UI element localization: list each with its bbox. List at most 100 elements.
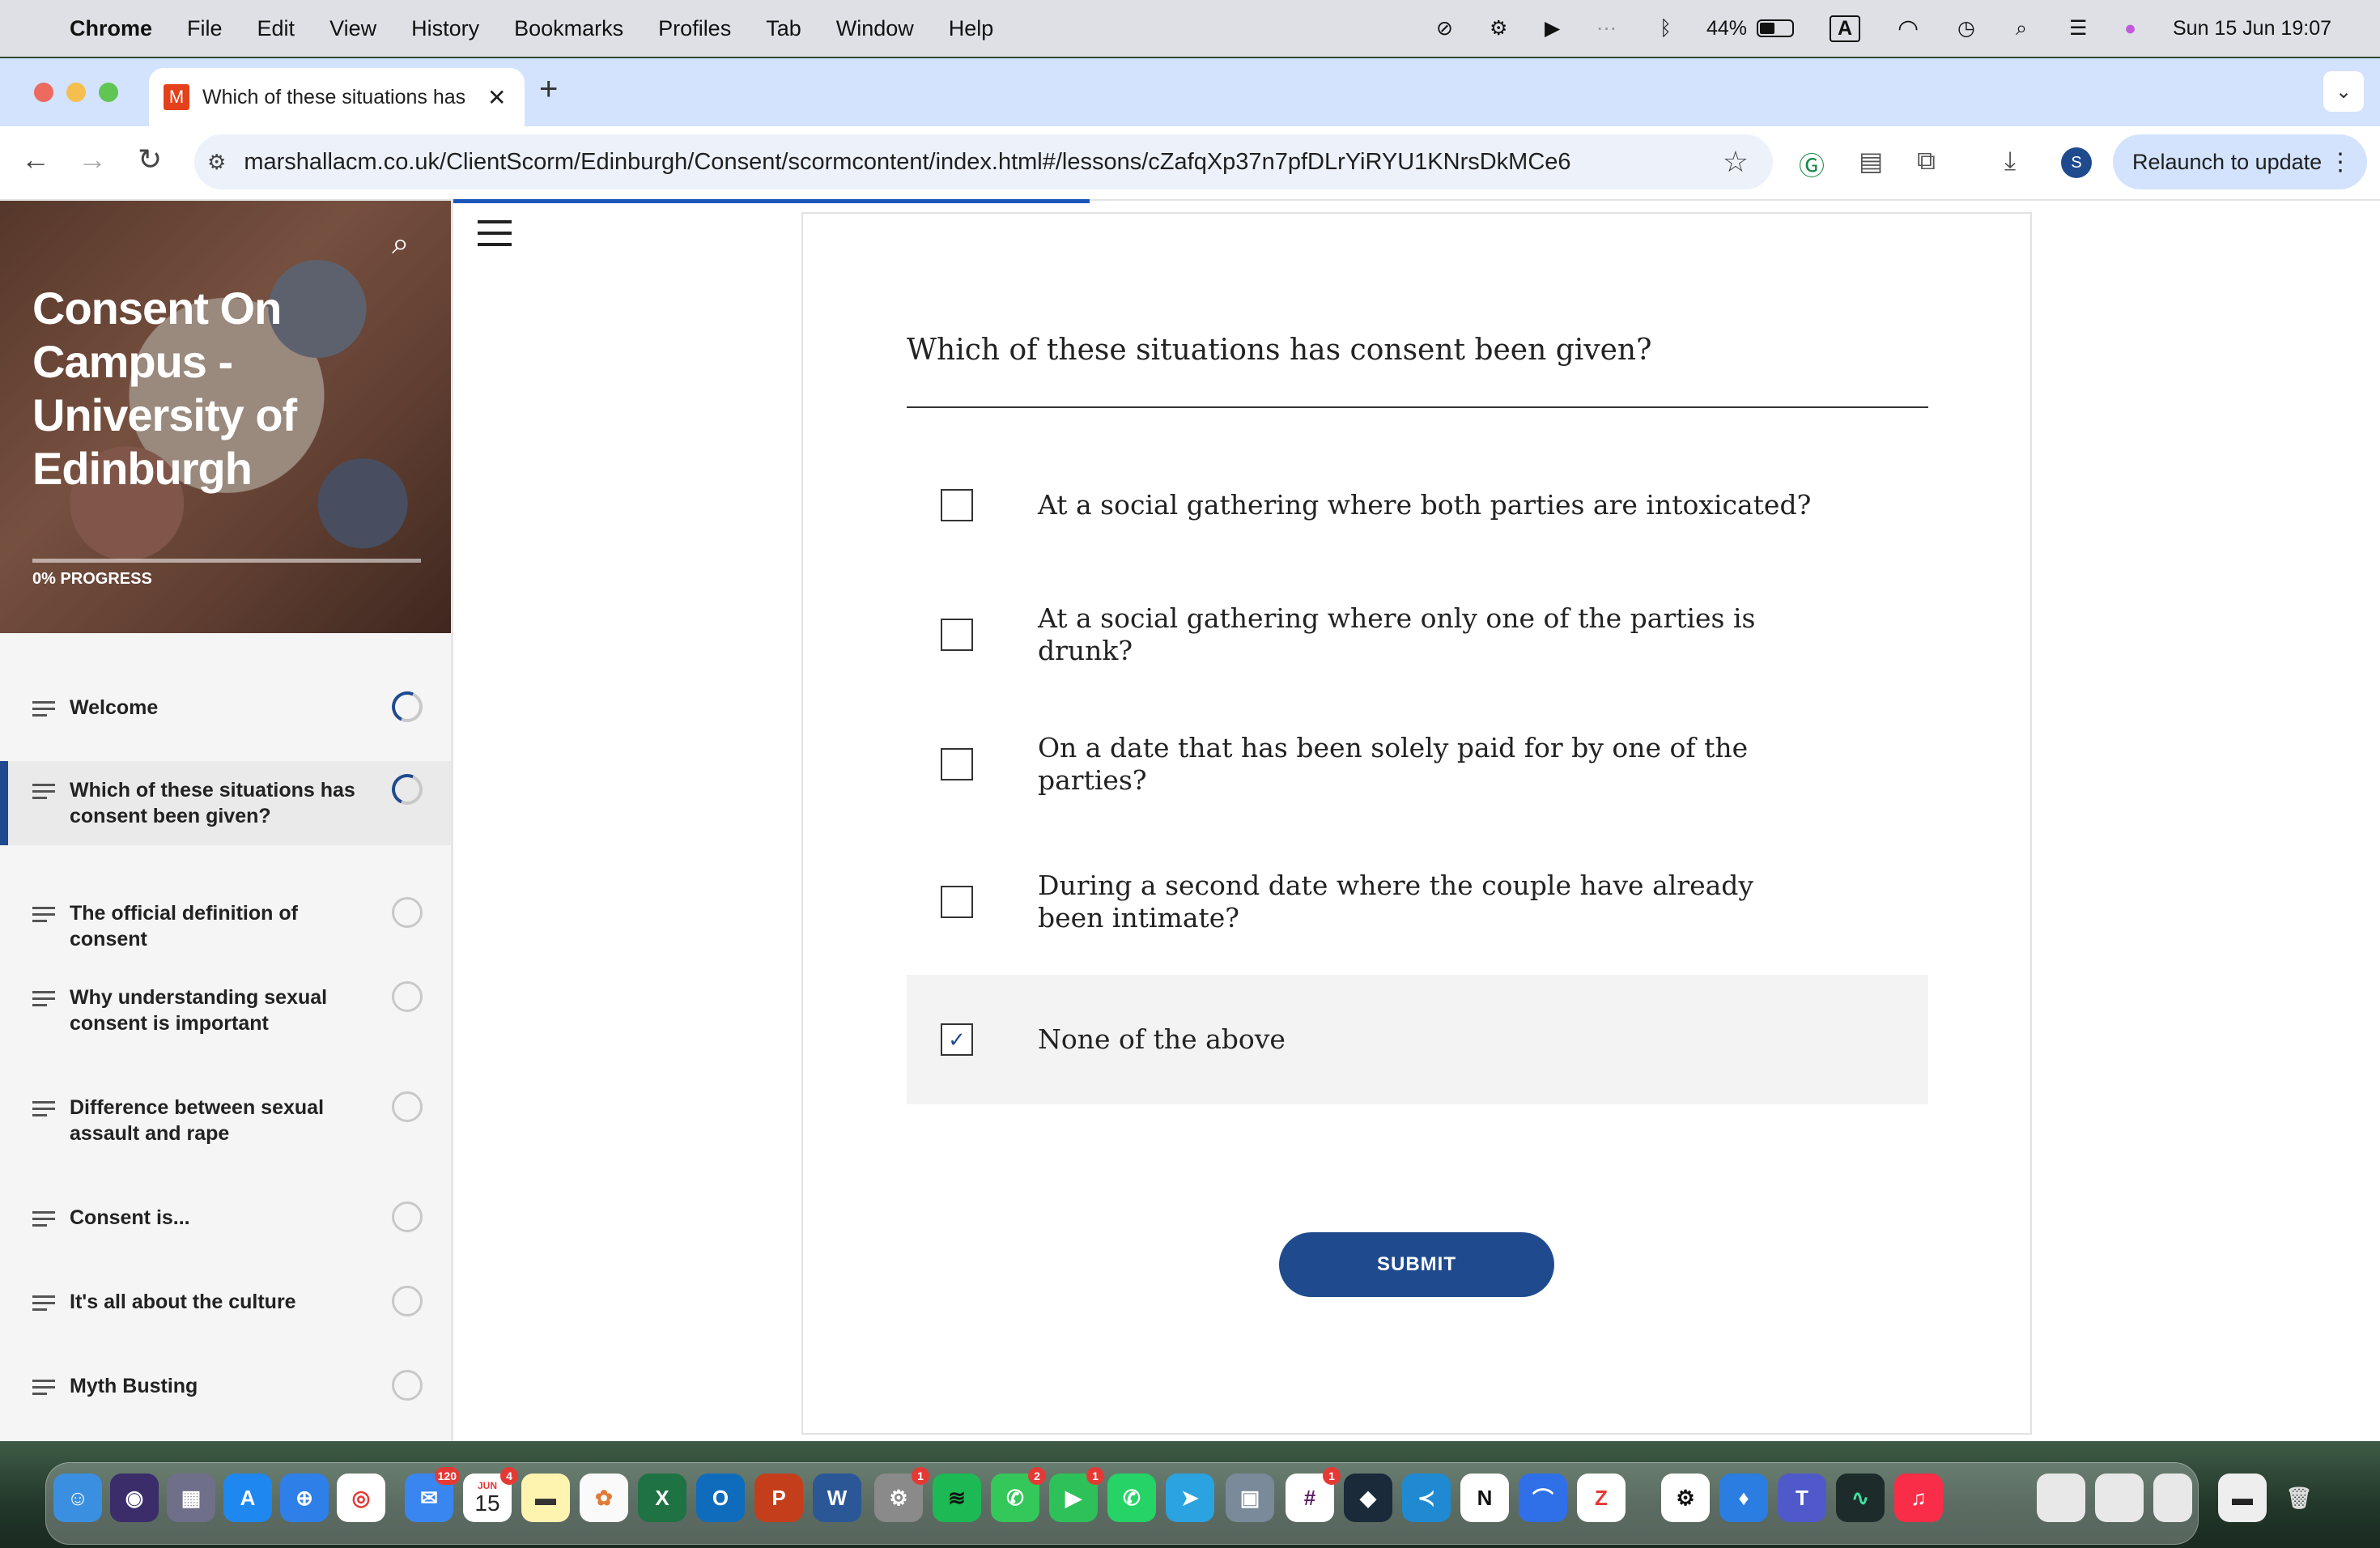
chrome-menu-icon[interactable]: ⋮ [2328,148,2352,176]
chrome-icon[interactable]: ◎ [337,1474,385,1522]
keynote-icon[interactable]: ♦ [1719,1474,1768,1522]
relaunch-button[interactable]: Relaunch to update ⋮ [2113,134,2367,189]
spotify-icon[interactable]: ≋ [933,1474,981,1522]
window-thumbnail-icon[interactable] [2095,1474,2144,1522]
submit-button[interactable]: SUBMIT [1279,1232,1554,1297]
whatsapp-icon[interactable]: ✆ [1107,1474,1156,1522]
lesson-item-consent-is[interactable]: Consent is... [0,1201,451,1250]
lesson-item-myth-busting[interactable]: Myth Busting [0,1370,451,1418]
download-icon[interactable]: ⤓ [2004,146,2016,176]
slack-icon[interactable]: #1 [1286,1467,1341,1522]
word-icon[interactable]: W [813,1474,861,1522]
reader-icon[interactable]: ▤ [1859,146,1883,176]
menu-profiles[interactable]: Profiles [658,16,731,41]
control-center-icon[interactable]: ☰ [2069,0,2087,57]
activity-icon[interactable]: ⋯ [1596,0,1617,57]
bookmark-star-icon[interactable]: ☆ [1723,145,1749,179]
answer-option-2[interactable]: At a social gathering where only one of … [907,570,1928,700]
window-thumbnail-icon[interactable] [2037,1474,2085,1522]
chatgpt-icon[interactable]: ⚙ [1490,0,1507,57]
checkbox[interactable] [941,619,973,651]
clock[interactable]: Sun 15 Jun 19:07 [2173,0,2331,57]
hamburger-menu-icon[interactable] [478,220,512,254]
menu-window[interactable]: Window [836,16,914,41]
excel-icon[interactable]: X [638,1474,686,1522]
photos-icon[interactable]: ✿ [580,1474,628,1522]
trash-icon[interactable]: 🗑 [2275,1474,2323,1522]
profile-avatar[interactable]: S [2061,147,2092,178]
notion-icon[interactable]: N [1460,1474,1509,1522]
zotero-icon[interactable]: Z [1577,1474,1626,1522]
tab-search-chevron-icon[interactable]: ⌄ [2323,71,2364,112]
menu-help[interactable]: Help [949,16,994,41]
menu-history[interactable]: History [411,16,479,41]
window-thumbnail-icon[interactable] [2153,1474,2192,1522]
launchpad-icon[interactable]: ▦ [167,1474,215,1522]
messages-icon[interactable]: ✆ 2 [991,1467,1046,1522]
checkbox[interactable] [941,886,973,918]
wifi-icon[interactable]: ◠ [1898,0,1919,57]
finder-icon[interactable]: ☺ [53,1474,102,1522]
system-settings-icon[interactable]: ⚙ 1 [874,1467,929,1522]
lesson-item-why-understanding[interactable]: Why understanding sexual consent is impo… [0,981,451,1049]
siri-app-icon[interactable]: ◉ [110,1474,159,1522]
lesson-item-consent-question[interactable]: Which of these situations has consent be… [0,761,451,845]
grammarly-icon[interactable]: Ⓖ [1799,146,1825,183]
menu-app-name[interactable]: Chrome [70,16,152,41]
lesson-item-welcome[interactable]: Welcome [0,687,451,740]
battery-icon[interactable] [1757,0,1794,57]
answer-option-5[interactable]: ✓ None of the above [907,975,1928,1104]
nordvpn-icon[interactable]: ⌒ [1519,1474,1567,1522]
forward-arrow-icon[interactable]: → [78,142,107,176]
new-tab-button[interactable]: + [539,71,558,108]
teams-icon[interactable]: T [1778,1474,1826,1522]
chatgpt-app-icon[interactable]: ⚙ [1661,1474,1710,1522]
search-icon[interactable]: ⌕ [392,227,409,262]
calendar-icon[interactable]: JUN 15 4 [463,1467,518,1522]
checkbox[interactable] [941,489,973,521]
menu-edit[interactable]: Edit [257,16,295,41]
outlook-icon[interactable]: O [696,1474,745,1522]
extensions-puzzle-icon[interactable]: ⧉ [1917,146,1936,176]
music-icon[interactable]: ♫ [1894,1474,1943,1522]
lesson-item-official-definition[interactable]: The official definition of consent [0,897,451,950]
input-source-icon[interactable]: A [1830,0,1861,57]
menu-tab[interactable]: Tab [766,16,801,41]
reload-icon[interactable]: ↻ [138,142,162,176]
notes-icon[interactable]: ▬ [521,1474,570,1522]
vscode-icon[interactable]: ≺ [1402,1474,1451,1522]
mail-icon[interactable]: ✉ 120 [405,1467,460,1522]
preview-icon[interactable]: ▣ [1226,1474,1274,1522]
active-tab[interactable]: M Which of these situations has consent … [149,68,525,126]
time-machine-icon[interactable]: ◷ [1957,0,1975,57]
activity-monitor-icon[interactable]: ∿ [1836,1474,1885,1522]
minimize-window-button[interactable] [66,83,86,102]
checkbox[interactable] [941,748,973,780]
window-thumbnail-icon[interactable]: ▬ [2218,1474,2267,1522]
url-text[interactable]: marshallacm.co.uk/ClientScorm/Edinburgh/… [244,149,1570,176]
lesson-item-difference[interactable]: Difference between sexual assault and ra… [0,1091,451,1159]
play-icon[interactable]: ▶ [1545,0,1560,57]
close-tab-icon[interactable]: ✕ [487,84,506,111]
checkbox-checked[interactable]: ✓ [941,1023,973,1056]
zoom-window-button[interactable] [99,83,118,102]
answer-option-4[interactable]: During a second date where the couple ha… [907,829,1928,975]
spotlight-icon[interactable]: ⌕ [2016,0,2027,57]
safari-icon[interactable]: ⊕ [280,1474,329,1522]
answer-option-3[interactable]: On a date that has been solely paid for … [907,700,1928,829]
close-window-button[interactable] [34,83,53,102]
bluetooth-icon[interactable]: ᛒ [1660,0,1672,57]
menu-file[interactable]: File [187,16,223,41]
answer-option-1[interactable]: At a social gathering where both parties… [907,440,1928,570]
app-store-icon[interactable]: A [223,1474,272,1522]
menu-bookmarks[interactable]: Bookmarks [514,16,623,41]
address-bar[interactable]: ⚙ marshallacm.co.uk/ClientScorm/Edinburg… [194,134,1773,189]
menu-view[interactable]: View [329,16,376,41]
powerpoint-icon[interactable]: P [754,1474,803,1522]
cursor-app-icon[interactable]: ◆ [1344,1474,1392,1522]
siri-icon[interactable]: ● [2124,0,2136,57]
facetime-icon[interactable]: ▶ 1 [1049,1467,1104,1522]
telegram-icon[interactable]: ➤ [1166,1474,1214,1522]
site-settings-icon[interactable]: ⚙ [207,150,226,175]
lesson-item-culture[interactable]: It's all about the culture [0,1286,451,1334]
